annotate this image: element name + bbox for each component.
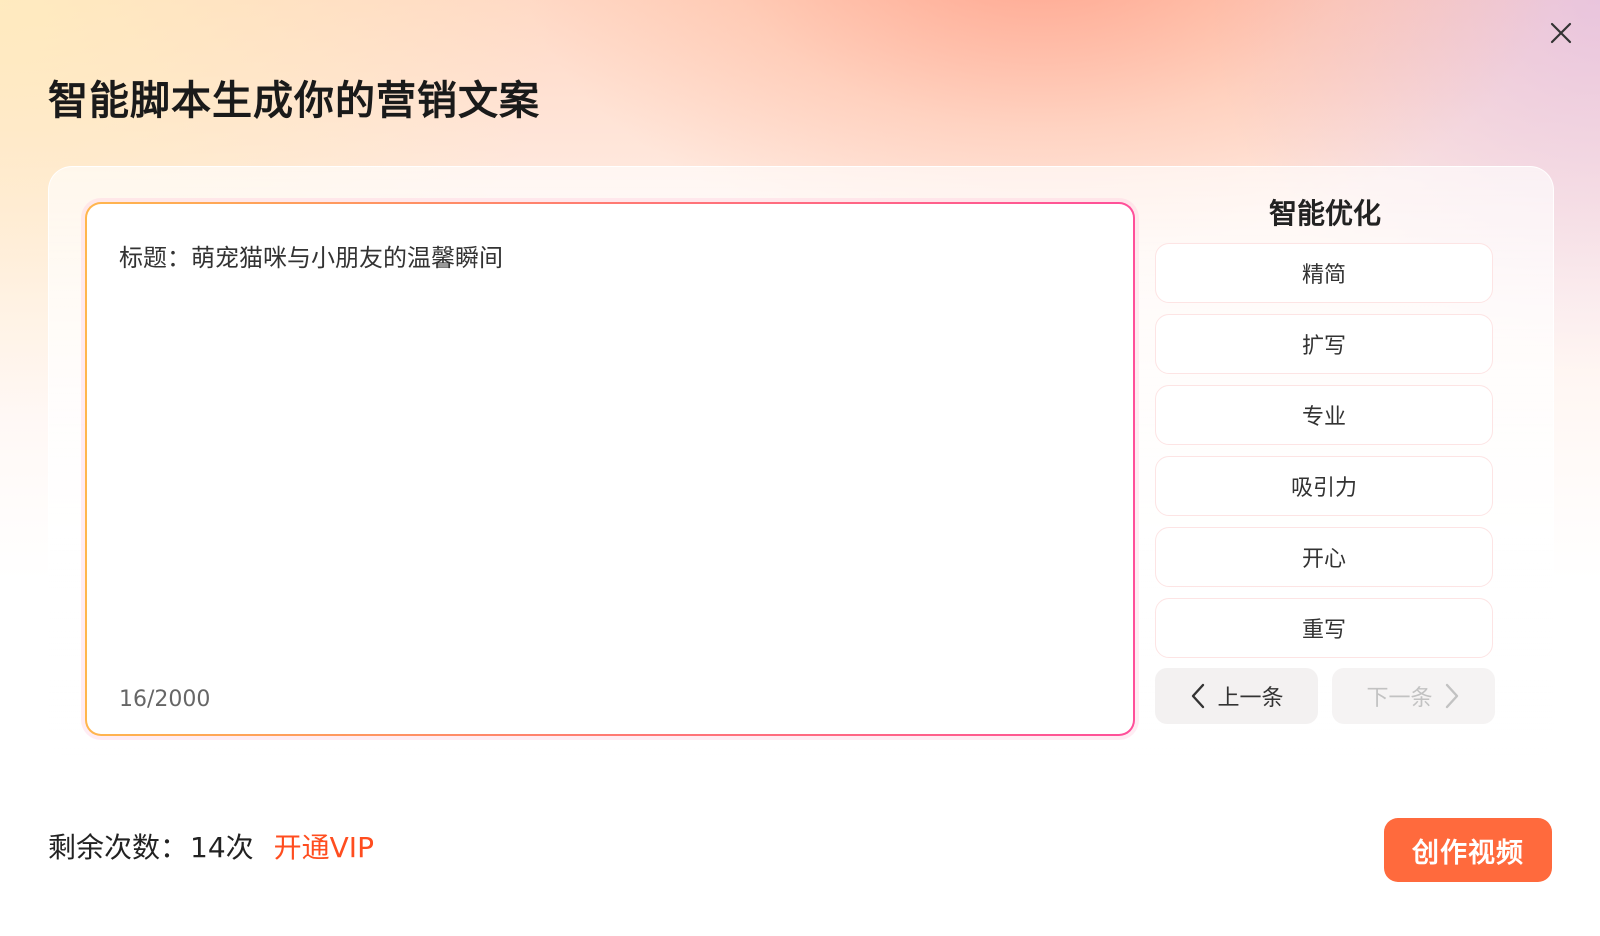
optimize-rewrite-button[interactable]: 重写 xyxy=(1155,598,1493,658)
next-button[interactable]: 下一条 xyxy=(1332,668,1495,724)
script-text[interactable]: 标题：萌宠猫咪与小朋友的温馨瞬间 xyxy=(119,238,503,273)
optimize-sidebar: 智能优化 精简 扩写 专业 吸引力 开心 重写 上一条 下一条 xyxy=(1155,197,1495,724)
optimize-expand-button[interactable]: 扩写 xyxy=(1155,314,1493,374)
content-panel: 标题：萌宠猫咪与小朋友的温馨瞬间 16/2000 智能优化 精简 扩写 专业 吸… xyxy=(48,166,1554,758)
prev-button[interactable]: 上一条 xyxy=(1155,668,1318,724)
open-vip-link[interactable]: 开通VIP xyxy=(274,826,374,866)
script-editor[interactable]: 标题：萌宠猫咪与小朋友的温馨瞬间 16/2000 xyxy=(85,202,1135,736)
remaining-count: 14次 xyxy=(190,831,254,864)
next-label: 下一条 xyxy=(1366,686,1433,711)
optimize-simplify-button[interactable]: 精简 xyxy=(1155,243,1493,303)
optimize-attractive-button[interactable]: 吸引力 xyxy=(1155,456,1493,516)
optimize-professional-button[interactable]: 专业 xyxy=(1155,385,1493,445)
editor-glow: 标题：萌宠猫咪与小朋友的温馨瞬间 16/2000 xyxy=(81,198,1139,740)
optimize-happy-button[interactable]: 开心 xyxy=(1155,527,1493,587)
dialog-title: 智能脚本生成你的营销文案 xyxy=(48,78,540,124)
create-video-button[interactable]: 创作视频 xyxy=(1384,818,1552,882)
optimize-title: 智能优化 xyxy=(1268,197,1381,230)
chevron-right-icon xyxy=(1445,683,1458,709)
script-generator-dialog: 智能脚本生成你的营销文案 标题：萌宠猫咪与小朋友的温馨瞬间 16/2000 智能… xyxy=(0,0,1600,936)
close-button[interactable] xyxy=(1546,18,1576,48)
char-counter: 16/2000 xyxy=(119,687,211,712)
prev-label: 上一条 xyxy=(1217,686,1284,711)
chevron-left-icon xyxy=(1192,683,1205,709)
pager: 上一条 下一条 xyxy=(1155,668,1495,724)
remaining-info: 剩余次数： 14次 开通VIP xyxy=(48,826,374,866)
close-icon xyxy=(1550,22,1572,44)
remaining-label: 剩余次数： xyxy=(48,831,189,864)
